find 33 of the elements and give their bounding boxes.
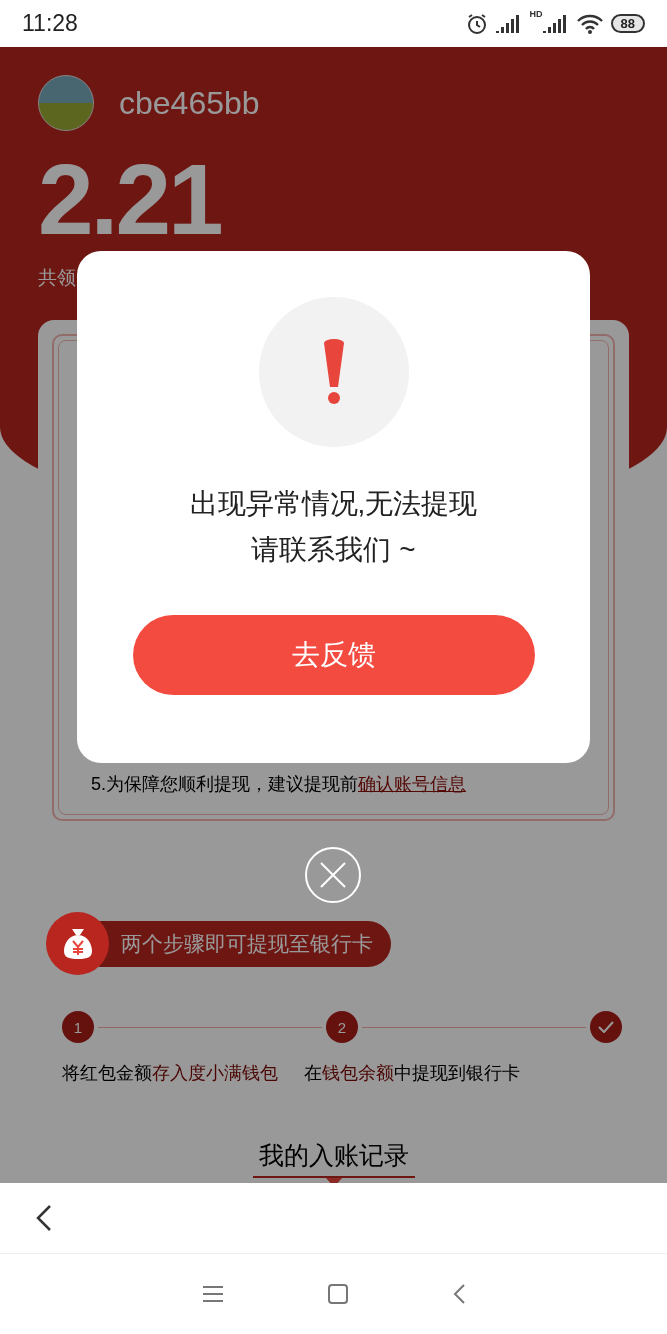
menu-icon [202,1286,223,1302]
step-description: 在钱包余额中提现到银行卡 [304,1062,520,1085]
username: cbe465bb [119,84,260,122]
step-number: 2 [326,1011,358,1043]
feedback-button[interactable]: 去反馈 [132,615,535,695]
battery-level: 88 [610,14,645,33]
records-tab[interactable]: 我的入账记录 [253,1139,415,1178]
home-button[interactable] [327,1284,348,1304]
close-button[interactable] [305,847,361,903]
network-label: HD [529,8,543,19]
avatar [38,75,94,131]
step-number: 1 [62,1011,94,1043]
square-icon [327,1284,348,1304]
check-icon [598,1021,614,1033]
account-link[interactable]: 确认账号信息 [358,774,466,794]
menu-button[interactable] [202,1286,223,1302]
back-button[interactable] [36,1204,52,1232]
step-description: 将红包金额存入度小满钱包 [62,1062,278,1085]
clock-time: 11:28 [22,10,78,37]
tip-text: 5.为保障您顺利提现，建议提现前确认账号信息 [91,773,467,796]
close-icon [319,861,347,889]
alarm-icon [465,12,488,35]
signal-icon [542,14,569,33]
amount-caption: 共领 [38,266,77,290]
money-bag-icon [61,926,94,961]
signal-icon [495,14,522,33]
wifi-icon [576,13,603,34]
back-icon [452,1284,465,1304]
back-icon [36,1204,52,1232]
exclamation-icon [321,339,346,405]
amount-value: 2.21 [38,149,222,249]
steps-banner: 两个步骤即可提现至银行卡 [99,920,391,967]
error-message: 出现异常情况,无法提现 请联系我们 ~ [189,487,478,567]
